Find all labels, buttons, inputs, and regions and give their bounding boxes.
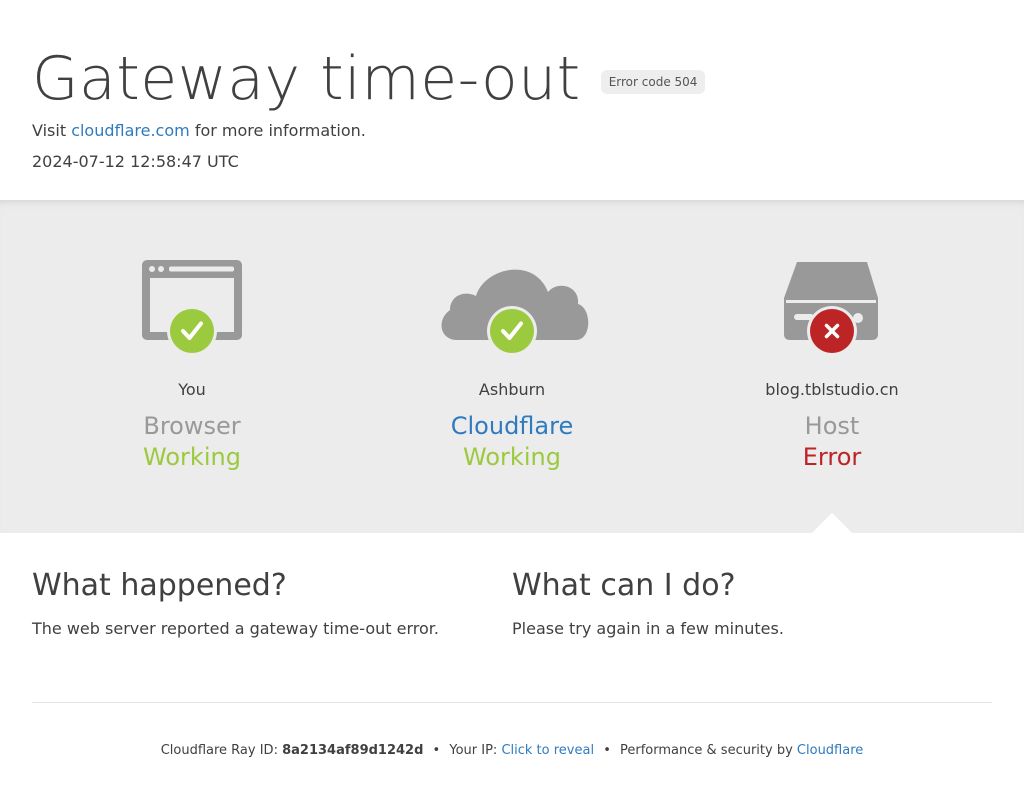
browser-location: You <box>178 380 206 399</box>
cloudflare-footer-link[interactable]: Cloudflare <box>797 743 863 758</box>
browser-icon <box>142 260 242 356</box>
status-band: You Browser Working Ashburn Cloudflare W… <box>0 200 1024 534</box>
cloudflare-link[interactable]: cloudflare.com <box>71 121 190 140</box>
error-code-badge: Error code 504 <box>600 70 706 94</box>
x-icon <box>807 306 857 356</box>
cloud-icon <box>441 269 589 356</box>
status-browser: You Browser Working <box>32 200 352 471</box>
what-can-i-do: What can I do? Please try again in a few… <box>512 569 992 702</box>
cloudflare-location: Ashburn <box>478 380 546 399</box>
footer-bullet: • <box>603 743 611 758</box>
host-location: blog.tblstudio.cn <box>765 380 899 399</box>
timestamp: 2024-07-12 12:58:47 UTC <box>32 152 239 171</box>
cloudflare-kind-link[interactable]: Cloudflare <box>352 410 672 442</box>
visit-suffix: for more information. <box>194 121 366 140</box>
what-can-i-do-title: What can I do? <box>512 568 736 603</box>
server-icon <box>784 262 878 356</box>
footer: Cloudflare Ray ID: 8a2134af89d1242d • Yo… <box>0 703 1024 761</box>
what-happened: What happened? The web server reported a… <box>32 569 512 702</box>
what-happened-title: What happened? <box>32 568 287 603</box>
cloudflare-state: Working <box>463 443 561 471</box>
reveal-ip-link[interactable]: Click to reveal <box>501 743 594 758</box>
browser-kind: Browser <box>143 412 241 440</box>
check-icon <box>487 306 537 356</box>
visit-prefix: Visit <box>32 121 67 140</box>
visit-line: Visit cloudflare.com for more informatio… <box>32 120 992 142</box>
page-header: Gateway time-out Error code 504 Visit cl… <box>0 0 1024 200</box>
ray-id-value: 8a2134af89d1242d <box>282 743 424 758</box>
status-host: blog.tblstudio.cn Host Error <box>672 200 992 471</box>
what-can-i-do-text: Please try again in a few minutes. <box>512 619 784 638</box>
performance-label: Performance & security by <box>620 743 793 758</box>
status-cloudflare: Ashburn Cloudflare Working <box>352 200 672 471</box>
info-section: What happened? The web server reported a… <box>32 533 992 703</box>
page-title: Gateway time-out <box>32 44 581 114</box>
host-state: Error <box>802 443 862 471</box>
ray-id-label: Cloudflare Ray ID: <box>160 743 278 758</box>
check-icon <box>167 306 217 356</box>
what-happened-text: The web server reported a gateway time-o… <box>32 619 439 638</box>
host-kind: Host <box>804 412 860 440</box>
ip-label: Your IP: <box>449 743 498 758</box>
browser-state: Working <box>143 443 241 471</box>
footer-bullet: • <box>432 743 441 758</box>
title-row: Gateway time-out Error code 504 <box>32 44 992 114</box>
